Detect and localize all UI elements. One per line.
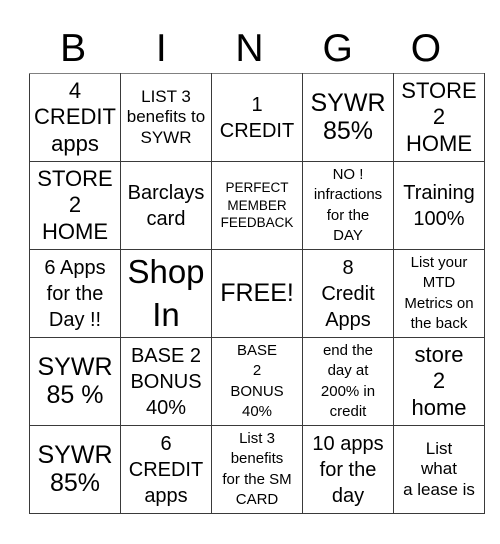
cell-text: STORE 2 HOME <box>37 165 113 244</box>
free-space-text: FREE! <box>220 278 294 307</box>
bingo-row: STORE 2 HOME Barclays card PERFECT MEMBE… <box>29 161 485 250</box>
cell-text: store 2 home <box>411 341 467 420</box>
bingo-cell[interactable]: 6 CREDIT apps <box>120 425 212 514</box>
cell-text: 6 Apps for the Day !! <box>44 256 106 331</box>
header-letter-i: I <box>155 27 167 70</box>
bingo-cell[interactable]: 10 apps for the day <box>302 425 394 514</box>
bingo-cell[interactable]: NO ! infractions for the DAY <box>302 161 394 250</box>
bingo-cell[interactable]: SYWR 85% <box>29 425 121 514</box>
bingo-cell[interactable]: Shop In <box>120 249 212 338</box>
cell-text: 10 apps for the day <box>312 432 384 507</box>
bingo-cell[interactable]: BASE 2 BONUS 40% <box>120 337 212 426</box>
header-letter-g: G <box>322 27 353 70</box>
header-letter-b: B <box>60 27 87 70</box>
bingo-cell[interactable]: BASE 2 BONUS 40% <box>211 337 303 426</box>
cell-text: List 3 benefits for the SM CARD <box>222 430 292 508</box>
bingo-cell[interactable]: List what a lease is <box>393 425 485 514</box>
cell-text: SYWR 85% <box>37 441 113 497</box>
bingo-cell[interactable]: List 3 benefits for the SM CARD <box>211 425 303 514</box>
bingo-row: 4 CREDIT apps LIST 3 benefits to SYWR 1 … <box>29 73 485 162</box>
bingo-row: 6 Apps for the Day !! Shop In FREE! 8 Cr… <box>29 249 485 338</box>
cell-text: Shop In <box>127 252 205 333</box>
bingo-cell[interactable]: SYWR 85 % <box>29 337 121 426</box>
bingo-cell[interactable]: LIST 3 benefits to SYWR <box>120 73 212 162</box>
bingo-row: SYWR 85% 6 CREDIT apps List 3 benefits f… <box>29 425 485 514</box>
cell-text: LIST 3 benefits to SYWR <box>126 86 206 147</box>
bingo-cell[interactable]: store 2 home <box>393 337 485 426</box>
bingo-header: B I N G O <box>29 26 470 72</box>
cell-text: SYWR 85% <box>310 89 386 145</box>
cell-text: PERFECT MEMBER FEEDBACK <box>220 180 294 231</box>
free-space-cell[interactable]: FREE! <box>211 249 303 338</box>
cell-text: Barclays card <box>127 181 205 230</box>
bingo-cell[interactable]: 4 CREDIT apps <box>29 73 121 162</box>
cell-text: 8 Credit Apps <box>321 256 375 331</box>
bingo-cell[interactable]: 1 CREDIT <box>211 73 303 162</box>
header-letter-n: N <box>235 27 264 70</box>
bingo-cell[interactable]: Training 100% <box>393 161 485 250</box>
bingo-cell[interactable]: end the day at 200% in credit <box>302 337 394 426</box>
cell-text: NO ! infractions for the DAY <box>313 166 383 244</box>
cell-text: Training 100% <box>403 181 475 230</box>
bingo-cell[interactable]: STORE 2 HOME <box>29 161 121 250</box>
bingo-cell[interactable]: 8 Credit Apps <box>302 249 394 338</box>
cell-text: 4 CREDIT apps <box>34 77 116 156</box>
cell-text: STORE 2 HOME <box>401 77 477 156</box>
bingo-cell[interactable]: List your MTD Metrics on the back <box>393 249 485 338</box>
bingo-row: SYWR 85 % BASE 2 BONUS 40% BASE 2 BONUS … <box>29 337 485 426</box>
bingo-cell[interactable]: STORE 2 HOME <box>393 73 485 162</box>
bingo-card-grid: 4 CREDIT apps LIST 3 benefits to SYWR 1 … <box>29 73 485 514</box>
header-letter-o: O <box>410 27 442 70</box>
bingo-cell[interactable]: SYWR 85% <box>302 73 394 162</box>
cell-text: List what a lease is <box>403 438 475 499</box>
cell-text: 1 CREDIT <box>219 93 295 142</box>
cell-text: SYWR 85 % <box>37 353 113 409</box>
cell-text: BASE 2 BONUS 40% <box>130 344 202 419</box>
bingo-cell[interactable]: 6 Apps for the Day !! <box>29 249 121 338</box>
cell-text: List your MTD Metrics on the back <box>404 254 474 332</box>
bingo-cell[interactable]: Barclays card <box>120 161 212 250</box>
cell-text: 6 CREDIT apps <box>128 432 204 507</box>
cell-text: end the day at 200% in credit <box>320 342 376 420</box>
bingo-cell[interactable]: PERFECT MEMBER FEEDBACK <box>211 161 303 250</box>
cell-text: BASE 2 BONUS 40% <box>230 342 284 420</box>
